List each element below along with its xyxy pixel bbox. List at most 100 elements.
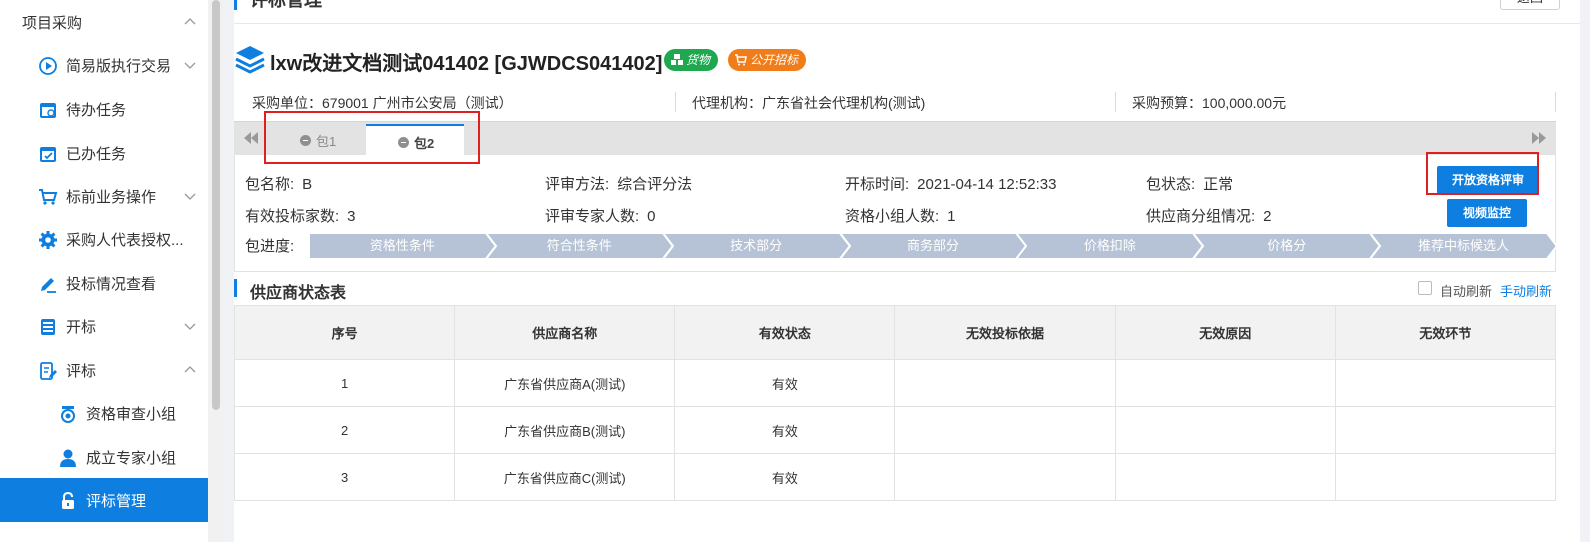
evaluation-panel: 评标管理 返回 lxw改进文档测试041402 [GJWDCS041402] 货… xyxy=(234,0,1580,542)
manual-refresh-link[interactable]: 手动刷新 xyxy=(1500,281,1552,300)
table-cell xyxy=(1335,406,1557,454)
project-info-row: 采购单位：679001 广州市公安局（测试） 代理机构：广东省社会代理机构(测试… xyxy=(234,88,1580,116)
page-header: 评标管理 返回 xyxy=(234,0,1580,24)
purchasing-unit-value: 679001 广州市公安局（测试） xyxy=(322,95,513,111)
sidebar-item-label: 标前业务操作 xyxy=(66,189,157,206)
progress-step: 推荐中标候选人 xyxy=(1370,233,1557,259)
column-header: 有效状态 xyxy=(674,305,896,360)
table-cell xyxy=(894,359,1116,407)
table-cell xyxy=(1335,453,1557,501)
package-status-label: 包状态: xyxy=(1146,176,1196,193)
user-icon xyxy=(60,449,76,467)
progress-step-label: 符合性条件 xyxy=(546,238,612,253)
column-header: 无效环节 xyxy=(1335,305,1557,360)
progress-step: 资格性条件 xyxy=(309,233,496,259)
tab-package-2[interactable]: 包2 xyxy=(366,124,464,156)
expert-count-label: 评审专家人数: xyxy=(545,208,640,225)
sidebar-item-done-tasks[interactable]: 已办任务 xyxy=(0,131,208,175)
column-header: 序号 xyxy=(234,305,456,360)
info-divider xyxy=(1555,92,1556,112)
cart-icon xyxy=(39,189,58,205)
sidebar-item-simple-execution[interactable]: 简易版执行交易 xyxy=(0,43,208,87)
progress-step: 价格分 xyxy=(1193,233,1381,259)
sidebar-item-label: 简易版执行交易 xyxy=(66,58,172,75)
sidebar: 项目采购 简易版执行交易 待办任务 已办任务 标前业务操作 采购人代表授权...… xyxy=(0,0,208,542)
cart-icon xyxy=(735,54,747,66)
sidebar-item-purchaser-authorization[interactable]: 采购人代表授权... xyxy=(0,217,208,261)
open-tender-tag: 公开招标 xyxy=(728,49,807,71)
table-cell: 有效 xyxy=(674,406,896,454)
table-cell xyxy=(1115,453,1336,501)
agency-value: 广东省社会代理机构(测试) xyxy=(762,95,926,111)
progress-step: 商务部分 xyxy=(839,233,1027,259)
qualification-group-value: 1 xyxy=(947,208,956,225)
supplier-grouping-value: 2 xyxy=(1263,208,1272,225)
purchasing-unit-label: 采购单位： xyxy=(252,95,322,111)
back-button[interactable]: 返回 xyxy=(1500,0,1560,10)
chevron-up-icon xyxy=(184,366,196,373)
sidebar-item-bid-opening[interactable]: 开标 xyxy=(0,304,208,348)
tab-label: 包2 xyxy=(414,136,435,151)
page-title: 评标管理 xyxy=(250,0,322,10)
menu-group-project-procurement[interactable]: 项目采购 xyxy=(0,0,208,44)
budget-value: 100,000.00元 xyxy=(1202,95,1287,111)
sidebar-item-label: 待办任务 xyxy=(66,102,127,119)
package-status: 包状态: 正常 xyxy=(1146,173,1233,194)
progress-step: 技术部分 xyxy=(662,233,850,259)
lock-icon xyxy=(62,491,74,509)
progress-step-label: 技术部分 xyxy=(730,238,783,253)
sidebar-item-label: 成立专家小组 xyxy=(86,450,177,467)
layers-icon xyxy=(235,46,265,74)
supplier-status-title: 供应商状态表 xyxy=(250,285,347,302)
sidebar-scrollbar-thumb[interactable] xyxy=(212,0,220,410)
minus-circle-icon xyxy=(398,137,409,148)
sidebar-scrollbar[interactable] xyxy=(208,0,224,542)
column-header: 无效原因 xyxy=(1115,305,1336,360)
sidebar-item-bid-status[interactable]: 投标情况查看 xyxy=(0,261,208,305)
goods-tag-label: 货物 xyxy=(686,53,711,67)
open-qualification-review-button[interactable]: 开放资格评审 xyxy=(1437,166,1539,194)
sidebar-item-todo-tasks[interactable]: 待办任务 xyxy=(0,87,208,131)
main-content: 评标管理 返回 lxw改进文档测试041402 [GJWDCS041402] 货… xyxy=(224,0,1590,542)
supplier-status-header: 供应商状态表 自动刷新 手动刷新 xyxy=(234,279,1580,302)
supplier-grouping-label: 供应商分组情况: xyxy=(1146,208,1256,225)
table-cell: 2 xyxy=(234,406,456,454)
table-row: 3 广东省供应商C(测试) 有效 xyxy=(234,453,1557,501)
scroll-left-icon[interactable] xyxy=(242,129,260,147)
sidebar-item-bid-evaluation[interactable]: 评标 xyxy=(0,348,208,392)
video-monitor-button[interactable]: 视频监控 xyxy=(1447,199,1527,227)
supplier-status-table: 序号 供应商名称 有效状态 无效投标依据 无效原因 无效环节 1 广东省供应商A… xyxy=(234,305,1557,501)
sidebar-item-pre-bid-operations[interactable]: 标前业务操作 xyxy=(0,174,208,218)
table-cell xyxy=(894,406,1116,454)
table-row: 1 广东省供应商A(测试) 有效 xyxy=(234,359,1557,407)
project-name: lxw改进文档测试041402 [GJWDCS041402] xyxy=(270,53,663,75)
opening-time: 开标时间: 2021-04-14 12:52:33 xyxy=(845,173,1056,194)
pen-icon xyxy=(41,278,56,293)
open-tender-tag-label: 公开招标 xyxy=(750,53,799,67)
evaluation-method-label: 评审方法: xyxy=(545,176,610,193)
expert-count-value: 0 xyxy=(647,208,656,225)
scroll-right-icon[interactable] xyxy=(1530,129,1548,147)
qualification-group-count: 资格小组人数: 1 xyxy=(845,205,956,226)
package-name: 包名称: B xyxy=(245,173,312,194)
chevron-up-icon xyxy=(184,18,196,25)
auto-refresh-checkbox[interactable] xyxy=(1418,281,1432,295)
sidebar-item-qualification-group[interactable]: 资格审查小组 xyxy=(0,391,208,435)
tab-package-1[interactable]: 包1 xyxy=(268,124,366,156)
tab-label: 包1 xyxy=(316,134,337,149)
play-circle-icon xyxy=(39,57,57,75)
chevron-down-icon xyxy=(184,193,196,200)
sidebar-item-evaluation-management[interactable]: 评标管理 xyxy=(0,478,208,522)
progress-steps: 资格性条件 符合性条件 技术部分 商务部分 价格扣除 价格分 推荐中标候选人 xyxy=(309,233,1557,259)
package-name-value: B xyxy=(302,176,313,193)
agency: 代理机构：广东省社会代理机构(测试) xyxy=(692,93,925,113)
sidebar-item-expert-group[interactable]: 成立专家小组 xyxy=(0,435,208,479)
progress-step-label: 推荐中标候选人 xyxy=(1418,238,1510,253)
opening-time-label: 开标时间: xyxy=(845,176,910,193)
table-cell: 有效 xyxy=(674,359,896,407)
progress-step-label: 资格性条件 xyxy=(369,238,435,253)
badge-icon xyxy=(61,406,75,423)
package-details: 包名称: B 评审方法: 综合评分法 开标时间: 2021-04-14 12:52:3… xyxy=(234,155,1557,272)
purchasing-unit: 采购单位：679001 广州市公安局（测试） xyxy=(252,93,513,113)
table-cell: 广东省供应商C(测试) xyxy=(454,453,676,501)
